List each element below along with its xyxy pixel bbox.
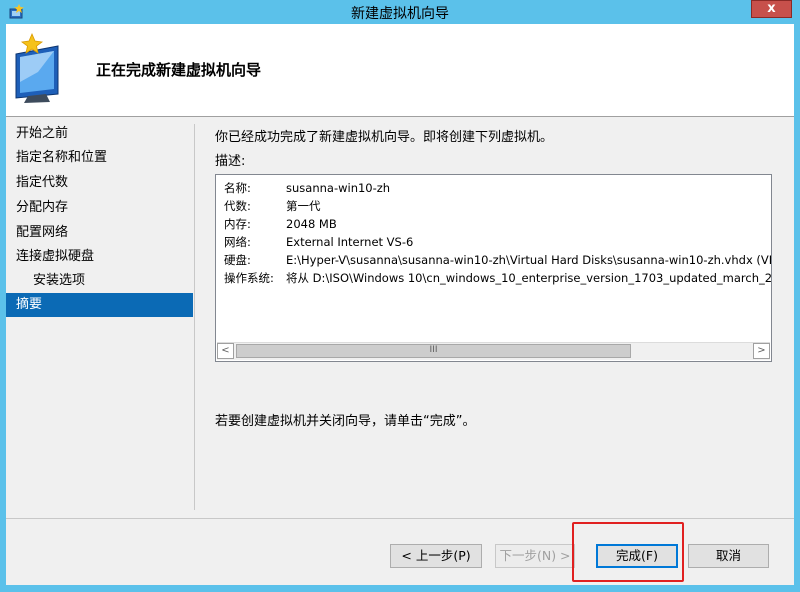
summary-value: E:\Hyper-V\susanna\susanna-win10-zh\Virt… [286,253,772,267]
summary-value: 第一代 [286,199,321,213]
finish-highlight-box [572,522,684,582]
summary-key: 操作系统: [224,271,274,285]
summary-value: External Internet VS-6 [286,235,414,249]
scroll-right-arrow-icon[interactable]: > [753,343,770,359]
scroll-thumb[interactable]: III [236,344,631,358]
new-vm-wizard-icon [8,32,78,104]
wizard-header: 正在完成新建虚拟机向导 [6,24,794,117]
summary-key: 网络: [224,235,251,249]
page-title: 正在完成新建虚拟机向导 [96,61,262,79]
button-bar-separator [6,518,794,519]
summary-key: 名称: [224,181,251,195]
nav-item-generation[interactable]: 指定代数 [6,171,193,195]
summary-value: 将从 D:\ISO\Windows 10\cn_windows_10_enter… [286,271,772,285]
summary-row-generation: 代数: 第一代 [224,197,321,215]
summary-value: 2048 MB [286,217,337,231]
summary-list[interactable]: 名称: susanna-win10-zh 代数: 第一代 内存: 2048 MB 网络… [215,174,772,362]
summary-row-hard-disk: 硬盘: E:\Hyper-V\susanna\susanna-win10-zh\V… [224,251,772,269]
nav-item-virtual-hard-disk[interactable]: 连接虚拟硬盘 [6,245,193,269]
summary-row-operating-system: 操作系统: 将从 D:\ISO\Windows 10\cn_windows_10_… [224,269,772,287]
nav-divider [194,124,195,510]
wizard-window: 新建虚拟机向导 x 正在完成新建虚拟机向导 开始之前 指定名称和位置 指定代数 … [0,0,800,592]
cancel-button[interactable]: 取消 [688,544,769,568]
summary-value: susanna-win10-zh [286,181,391,195]
wizard-client-area: 正在完成新建虚拟机向导 开始之前 指定名称和位置 指定代数 分配内存 配置网络 … [6,24,794,585]
summary-page: 你已经成功完成了新建虚拟机向导。即将创建下列虚拟机。 描述: 名称: susann… [215,116,785,516]
nav-item-summary[interactable]: 摘要 [6,293,193,317]
title-bar[interactable]: 新建虚拟机向导 x [0,0,800,24]
summary-key: 硬盘: [224,253,251,267]
completion-message: 你已经成功完成了新建虚拟机向导。即将创建下列虚拟机。 [215,130,554,145]
wizard-step-nav: 开始之前 指定名称和位置 指定代数 分配内存 配置网络 连接虚拟硬盘 安装选项 … [6,116,194,516]
horizontal-scrollbar[interactable]: < III > [217,342,770,360]
nav-item-networking[interactable]: 配置网络 [6,221,193,245]
close-button[interactable]: x [751,0,792,18]
summary-key: 代数: [224,199,251,213]
next-button[interactable]: 下一步(N) > [495,544,575,568]
nav-item-name-location[interactable]: 指定名称和位置 [6,146,193,170]
previous-button[interactable]: < 上一步(P) [390,544,482,568]
window-title: 新建虚拟机向导 [351,6,449,22]
summary-row-memory: 内存: 2048 MB [224,215,337,233]
scroll-left-arrow-icon[interactable]: < [217,343,234,359]
finish-instruction: 若要创建虚拟机并关闭向导，请单击“完成”。 [215,414,476,429]
nav-item-before-you-begin[interactable]: 开始之前 [6,122,193,146]
summary-row-network: 网络: External Internet VS-6 [224,233,413,251]
summary-key: 内存: [224,217,251,231]
description-label: 描述: [215,154,246,169]
nav-item-memory[interactable]: 分配内存 [6,196,193,220]
summary-row-name: 名称: susanna-win10-zh [224,179,390,197]
nav-item-installation-options[interactable]: 安装选项 [6,269,193,293]
